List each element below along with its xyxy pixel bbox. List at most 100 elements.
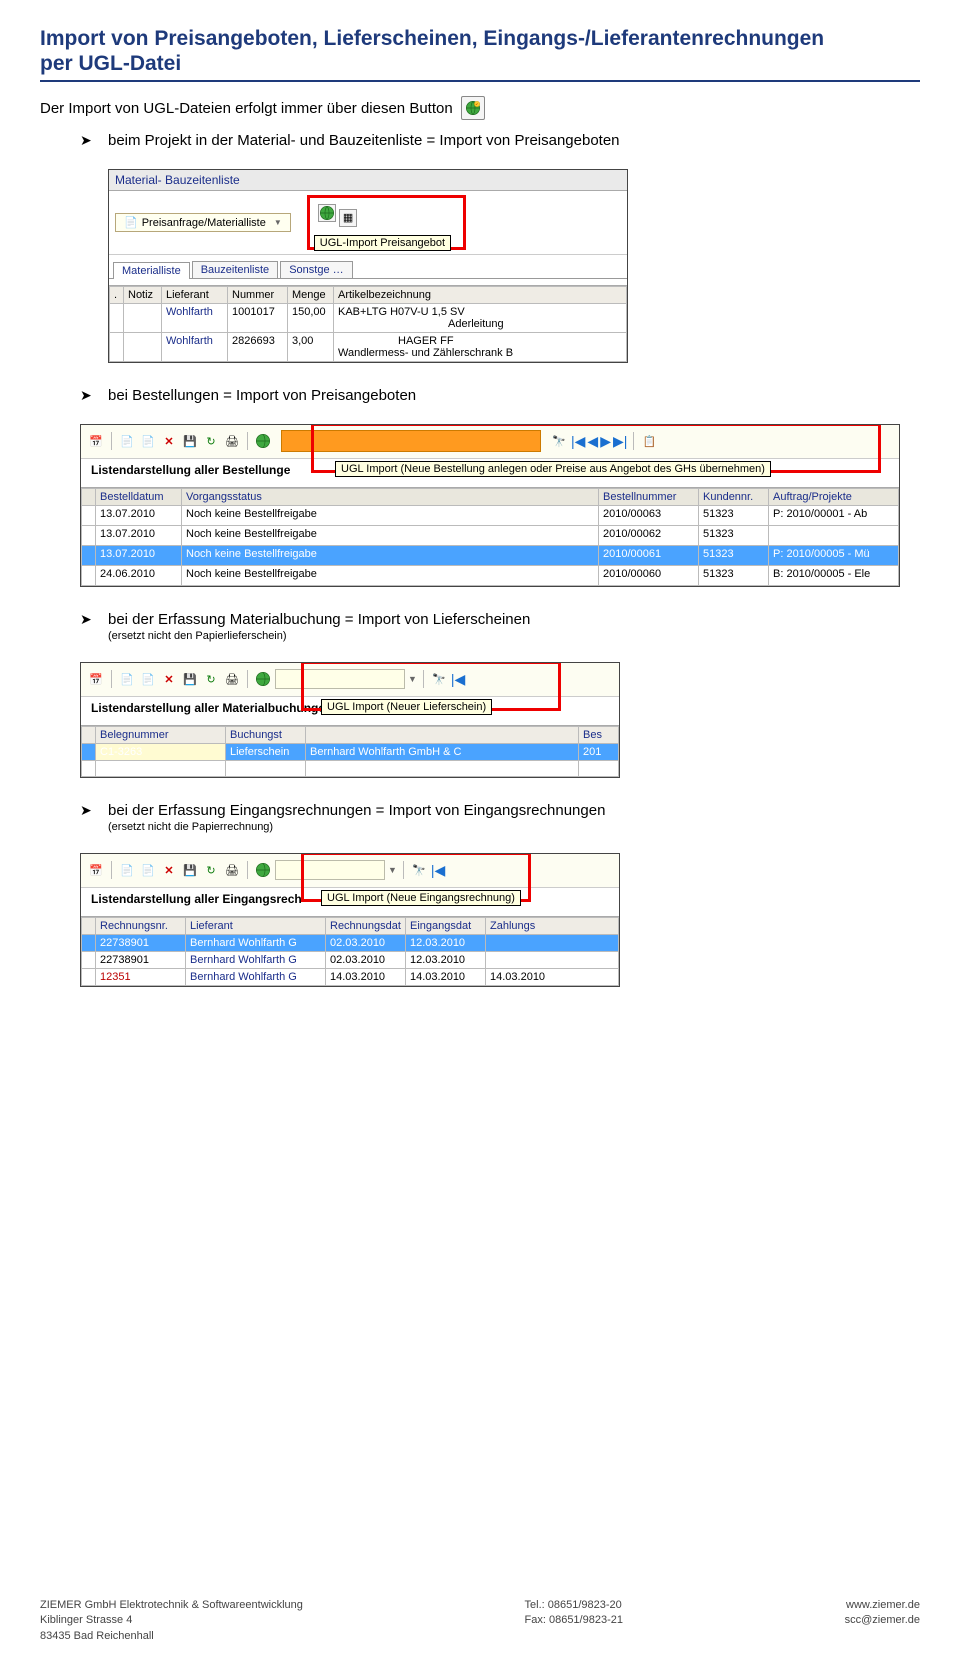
new2-icon[interactable]: 📄	[139, 670, 157, 688]
screenshot-eingangsrechnungen: 📅 📄 📄 ✕ 💾 ↻ 🖨 ▼ 🔭 |◀ Listendarstellung a…	[80, 853, 620, 987]
tooltip-ugl-eingangsrechnung: UGL Import (Neue Eingangsrechnung)	[321, 890, 521, 906]
nav-prev-icon[interactable]: ◀	[587, 433, 598, 450]
footer-web: www.ziemer.de	[846, 1599, 920, 1611]
col-rechnungsdatum[interactable]: Rechnungsdat	[326, 917, 406, 934]
search-input[interactable]	[275, 669, 405, 689]
save-icon[interactable]: 💾	[181, 861, 199, 879]
preisanfrage-button[interactable]: 📄 Preisanfrage/Materialliste	[115, 213, 291, 232]
new-icon[interactable]: 📄	[118, 861, 136, 879]
refresh-icon[interactable]: ↻	[202, 432, 220, 450]
tooltip-ugl-lieferschein: UGL Import (Neuer Lieferschein)	[321, 699, 492, 715]
globe-icon	[255, 862, 271, 878]
bullet-4-note: (ersetzt nicht die Papierrechnung)	[108, 821, 920, 833]
grid-icon[interactable]: ▦	[339, 209, 357, 227]
refresh-icon[interactable]: ↻	[202, 670, 220, 688]
col-lieferant[interactable]: Lieferant	[186, 917, 326, 934]
table-row-selected[interactable]: C1-3263 Lieferschein Bernhard Wohlfarth …	[82, 743, 619, 760]
new2-icon[interactable]: 📄	[139, 861, 157, 879]
tab-sonstige[interactable]: Sonstge …	[280, 261, 352, 278]
window-title: Material- Bauzeitenliste	[109, 170, 627, 191]
page-title: Import von Preisangeboten, Lieferscheine…	[40, 26, 920, 82]
delete-icon[interactable]: ✕	[160, 861, 178, 879]
col-dot[interactable]: .	[110, 286, 124, 303]
col-bestell[interactable]: Bes	[579, 726, 619, 743]
table-row[interactable]	[82, 760, 619, 776]
list-title: Listendarstellung aller Eingangsrech	[85, 890, 308, 910]
preisanfrage-label: Preisanfrage/Materialliste	[142, 217, 266, 229]
col-bestellnummer[interactable]: Bestellnummer	[599, 488, 699, 505]
col-menge[interactable]: Menge	[288, 286, 334, 303]
footer-company: ZIEMER GmbH Elektrotechnik & Softwareent…	[40, 1599, 303, 1611]
tab-bauzeitenliste[interactable]: Bauzeitenliste	[192, 261, 279, 278]
calendar-icon[interactable]: 📅	[87, 861, 105, 879]
ugl-import-icon[interactable]	[254, 432, 272, 450]
table-row[interactable]: 13.07.2010Noch keine Bestellfreigabe2010…	[82, 505, 899, 525]
col-auftrag-projekte[interactable]: Auftrag/Projekte	[769, 488, 899, 505]
nav-next-icon[interactable]: ▶	[600, 433, 611, 450]
delete-icon[interactable]: ✕	[160, 432, 178, 450]
col-kundennr[interactable]: Kundennr.	[699, 488, 769, 505]
col-belegnummer[interactable]: Belegnummer	[96, 726, 226, 743]
table-row[interactable]: 12351 Bernhard Wohlfarth G 14.03.2010 14…	[82, 968, 619, 985]
tooltip-ugl-preisangebot: UGL-Import Preisangebot	[314, 235, 451, 251]
print-icon[interactable]: 🖨	[223, 670, 241, 688]
col-buchungstyp[interactable]: Buchungst	[226, 726, 306, 743]
col-notiz[interactable]: Notiz	[124, 286, 162, 303]
calendar-icon[interactable]: 📅	[87, 432, 105, 450]
new2-icon[interactable]: 📄	[139, 432, 157, 450]
material-table: . Notiz Lieferant Nummer Menge Artikelbe…	[109, 286, 627, 362]
refresh-icon[interactable]: ↻	[202, 861, 220, 879]
intro-text: Der Import von UGL-Dateien erfolgt immer…	[40, 100, 453, 117]
tab-materialliste[interactable]: Materialliste	[113, 262, 190, 279]
col-lieferant[interactable]: Lieferant	[162, 286, 228, 303]
col-bestelldatum[interactable]: Bestelldatum	[96, 488, 182, 505]
globe-icon	[319, 205, 335, 221]
ugl-import-button-icon[interactable]	[461, 96, 485, 120]
col-nummer[interactable]: Nummer	[228, 286, 288, 303]
table-row-selected[interactable]: 13.07.2010Noch keine Bestellfreigabe2010…	[82, 545, 899, 565]
search-field-highlight[interactable]	[281, 430, 541, 452]
ugl-import-icon[interactable]	[254, 670, 272, 688]
footer-tel: Tel.: 08651/9823-20	[525, 1599, 622, 1611]
nav-last-icon[interactable]: ▶|	[613, 433, 627, 450]
bullet-3-note: (ersetzt nicht den Papierlieferschein)	[108, 630, 920, 642]
table-row[interactable]: Wohlfarth 2826693 3,00 HAGER FFWandlerme…	[110, 332, 627, 361]
print-icon[interactable]: 🖨	[223, 861, 241, 879]
new-icon[interactable]: 📄	[118, 432, 136, 450]
table-row[interactable]: Wohlfarth 1001017 150,00 KAB+LTG H07V-U …	[110, 303, 627, 332]
col-artikelbezeichnung[interactable]: Artikelbezeichnung	[334, 286, 627, 303]
col-vorgangsstatus[interactable]: Vorgangsstatus	[182, 488, 599, 505]
delete-icon[interactable]: ✕	[160, 670, 178, 688]
table-row[interactable]: 22738901 Bernhard Wohlfarth G 02.03.2010…	[82, 951, 619, 968]
save-icon[interactable]: 💾	[181, 670, 199, 688]
page-footer: ZIEMER GmbH Elektrotechnik & Softwareent…	[40, 1598, 920, 1644]
nav-first-icon[interactable]: |◀	[571, 433, 585, 450]
search-input[interactable]	[275, 860, 385, 880]
col-rechnungsnr[interactable]: Rechnungsnr.	[96, 917, 186, 934]
table-row-selected[interactable]: 22738901 Bernhard Wohlfarth G 02.03.2010…	[82, 934, 619, 951]
save-icon[interactable]: 💾	[181, 432, 199, 450]
col-eingangsdatum[interactable]: Eingangsdat	[406, 917, 486, 934]
nav-first-icon[interactable]: |◀	[451, 671, 465, 688]
binoculars-icon[interactable]: 🔭	[430, 670, 448, 688]
calendar-icon[interactable]: 📅	[87, 670, 105, 688]
bullet-3: bei der Erfassung Materialbuchung = Impo…	[80, 611, 920, 642]
eingangsrechnung-table: Rechnungsnr. Lieferant Rechnungsdat Eing…	[81, 917, 619, 986]
title-line-2: per UGL-Datei	[40, 52, 181, 75]
globe-icon	[255, 433, 271, 449]
table-row[interactable]: 13.07.2010Noch keine Bestellfreigabe2010…	[82, 525, 899, 545]
table-row[interactable]: 24.06.2010Noch keine Bestellfreigabe2010…	[82, 565, 899, 585]
globe-icon	[255, 671, 271, 687]
bullet-1: beim Projekt in der Material- und Bauzei…	[80, 132, 920, 149]
bestellungen-table: Bestelldatum Vorgangsstatus Bestellnumme…	[81, 488, 899, 586]
col-zahlung[interactable]: Zahlungs	[486, 917, 619, 934]
ugl-import-icon[interactable]	[318, 204, 336, 222]
print-icon[interactable]: 🖨	[223, 432, 241, 450]
col-lieferant[interactable]	[306, 726, 579, 743]
new-icon[interactable]: 📄	[118, 670, 136, 688]
nav-first-icon[interactable]: |◀	[431, 862, 445, 879]
binoculars-icon[interactable]: 🔭	[410, 861, 428, 879]
clipboard-icon[interactable]: 📋	[640, 432, 658, 450]
ugl-import-icon[interactable]	[254, 861, 272, 879]
binoculars-icon[interactable]: 🔭	[550, 432, 568, 450]
